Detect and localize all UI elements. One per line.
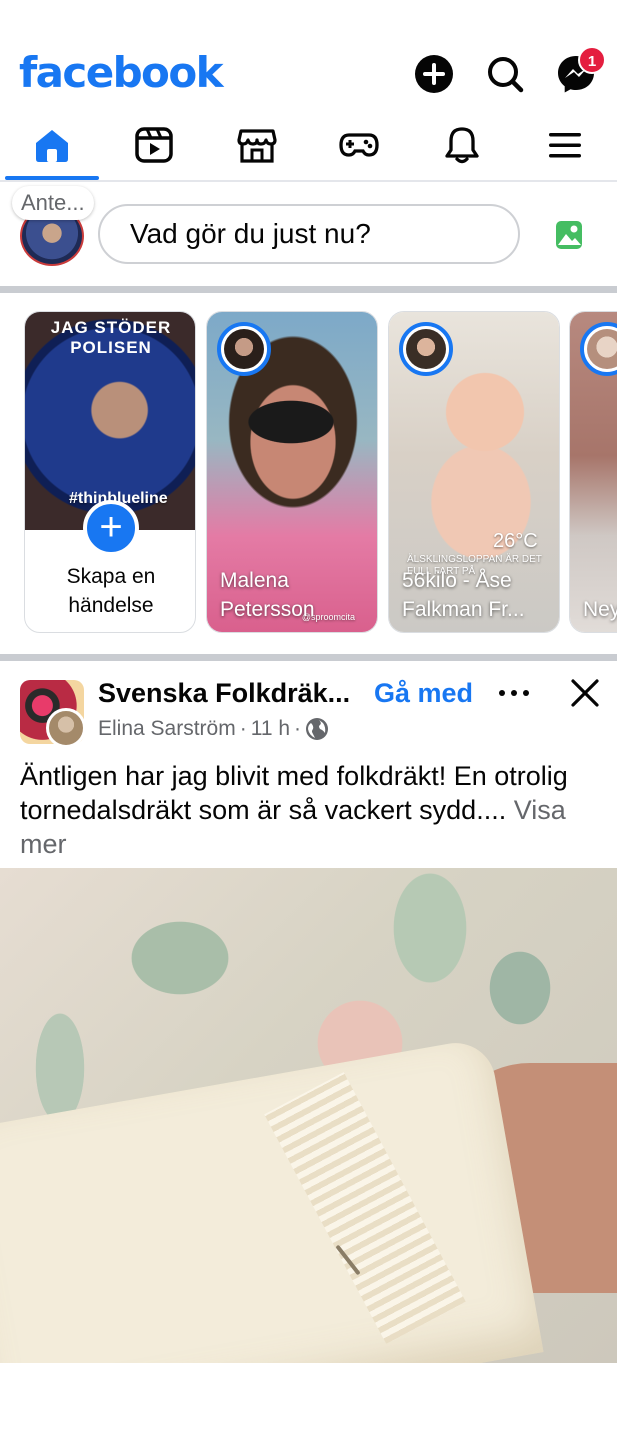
active-tab-indicator [5,176,99,180]
search-button[interactable] [485,54,525,94]
create-story-label: Skapa en händelse [66,565,156,617]
story-avatar [399,322,453,376]
story-card[interactable]: 26°C ÄLSKLINGSLOPPAN ÄR DET FULL FART PÅ… [388,311,560,633]
group-name[interactable]: Svenska Folkdräk... [98,676,350,710]
create-button[interactable] [414,54,454,94]
add-icon [415,55,453,93]
hide-post-button[interactable] [568,676,602,710]
more-icon [499,690,529,696]
tab-notifications[interactable] [412,110,512,180]
photo-button[interactable] [555,220,583,255]
join-group-button[interactable]: Gå med [374,676,473,710]
post-body: Äntligen har jag blivit med folkdräkt! E… [20,761,568,825]
bell-icon [445,127,479,164]
gamepad-icon [339,133,379,157]
story-card[interactable]: Ney Mic [569,311,617,633]
plus-icon: + [83,500,139,556]
notification-badge: 1 [578,46,606,74]
main-tabs [0,110,617,182]
status-input[interactable]: Vad gör du just nu? [98,204,520,264]
story-name: Malena Petersson [220,569,315,621]
post-meta: Elina Sarström · 11 h · [98,714,329,744]
post-text: Äntligen har jag blivit med folkdräkt! E… [20,759,600,861]
avatar-label: Ante... [12,186,94,220]
search-icon [488,57,524,93]
tab-reels[interactable] [104,110,204,180]
top-bar: facebook 1 [0,0,617,110]
create-story-card[interactable]: JAG STÖDER POLISEN #thinblueline + Skapa… [24,311,196,633]
more-options-button[interactable] [496,678,532,708]
stories-tray: JAG STÖDER POLISEN #thinblueline + Skapa… [0,294,617,654]
author-avatar[interactable] [46,708,86,748]
ring-text: JAG STÖDER POLISEN [50,318,172,357]
tab-marketplace[interactable] [207,110,307,180]
menu-icon [549,133,581,158]
post-photo[interactable] [0,868,617,1363]
globe-icon [306,718,329,740]
video-icon [135,127,173,163]
story-cover-image: JAG STÖDER POLISEN #thinblueline [25,312,195,530]
home-icon [36,130,68,162]
story-card[interactable]: @sproomcita Malena Petersson [206,311,378,633]
tab-gaming[interactable] [309,110,409,180]
story-avatar [217,322,271,376]
section-divider [0,286,617,293]
tab-menu[interactable] [515,110,615,180]
photo-icon [556,221,582,249]
author-name[interactable]: Elina Sarström [98,714,236,744]
post-time[interactable]: 11 h [251,714,290,744]
meta-separator: · [239,717,247,740]
meta-separator: · [294,717,302,740]
section-divider [0,654,617,661]
store-icon [237,129,277,163]
story-overlay-temp: 26°C [493,530,538,552]
close-icon [571,679,599,707]
story-name: Ney Mic [583,598,617,621]
tab-home[interactable] [2,110,102,180]
facebook-logo[interactable]: facebook [19,48,224,98]
sleeve [0,1036,544,1363]
story-name: 56kilo - Åse Falkman Fr... [402,569,525,621]
